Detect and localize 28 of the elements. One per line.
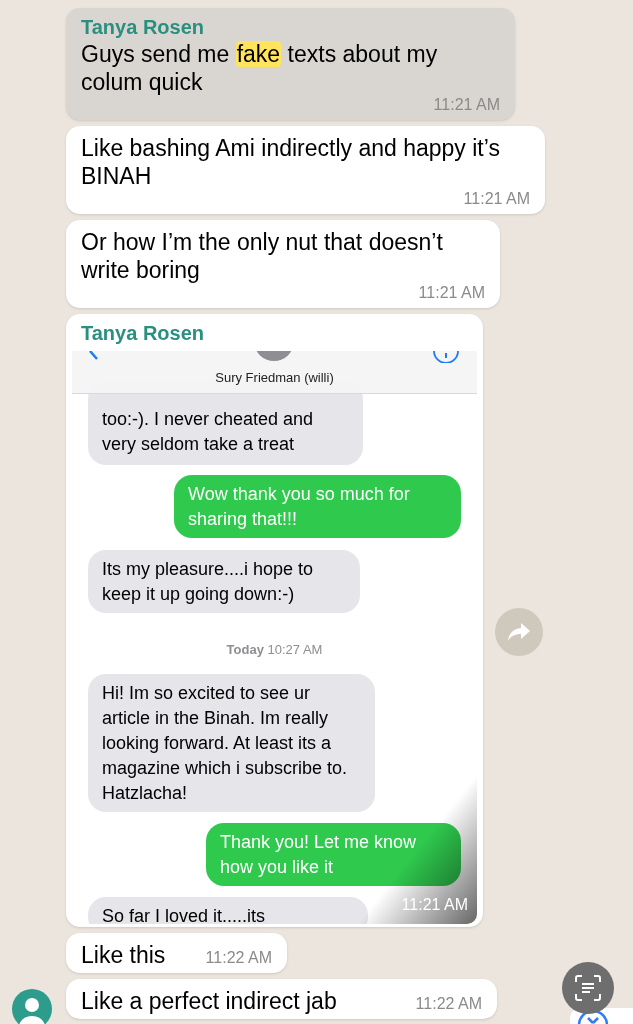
sender-name: Tanya Rosen bbox=[80, 15, 205, 40]
message-text: Like bashing Ami indirectly and happy it’s BINAH bbox=[81, 134, 501, 190]
received-message: Hi! Im so excited to see ur article in the Binah. Im really looking forward. At least its a magazine which i subscribe to. Hatzlacha! bbox=[88, 674, 375, 812]
info-icon bbox=[433, 351, 459, 363]
message-text: Like a perfect indirect jab bbox=[81, 987, 337, 1015]
message-time: 11:22 AM bbox=[415, 995, 482, 1013]
message-bubble[interactable]: Like bashing Ami indirectly and happy it’s BINAH 11:21 AM bbox=[66, 126, 545, 214]
message-bubble[interactable]: Or how I’m the only nut that doesn’t write boring 11:21 AM bbox=[66, 220, 500, 308]
received-message: Its my pleasure....i hope to keep it up going down:-) bbox=[88, 550, 360, 613]
back-icon bbox=[88, 351, 98, 361]
received-message: So far I loved it.....its bbox=[88, 897, 368, 924]
message-time: 11:22 AM bbox=[205, 949, 272, 967]
date-separator: Today 10:27 AM bbox=[226, 641, 323, 659]
message-bubble[interactable]: Like this 11:22 AM bbox=[66, 933, 287, 973]
message-time: 11:21 AM bbox=[463, 190, 530, 208]
message-bubble[interactable]: Tanya Rosen Guys send me fake texts about my colum quick 11:21 AM bbox=[66, 8, 515, 120]
message-time: 11:21 AM bbox=[418, 284, 485, 302]
scan-text-icon bbox=[575, 975, 601, 1001]
sent-message: Thank you! Let me know how you like it bbox=[206, 823, 461, 886]
message-text: Guys send me fake texts about my colum quick bbox=[81, 40, 439, 96]
scan-text-button[interactable] bbox=[562, 962, 614, 1014]
forward-icon bbox=[507, 622, 531, 642]
sent-message: Wow thank you so much for sharing that!!! bbox=[174, 475, 461, 538]
message-time: 11:21 AM bbox=[401, 895, 468, 915]
message-time: 11:21 AM bbox=[433, 96, 500, 114]
sender-name: Tanya Rosen bbox=[80, 321, 205, 346]
message-text: Or how I’m the only nut that doesn’t write boring bbox=[81, 228, 444, 284]
message-text: Like this bbox=[81, 941, 166, 969]
